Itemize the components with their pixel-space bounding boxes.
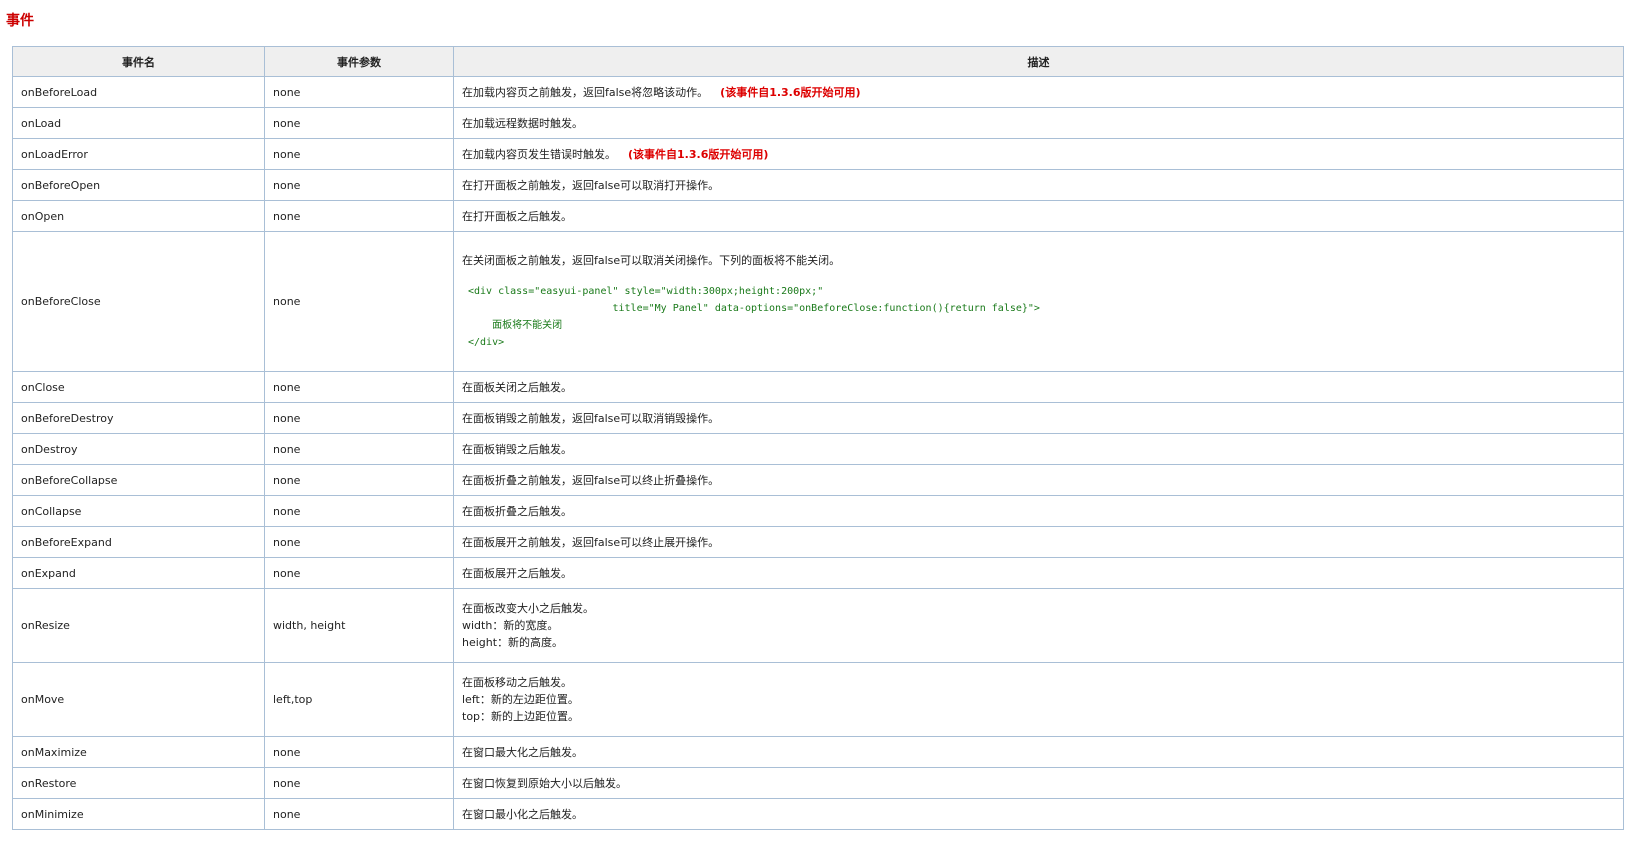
version-note: (该事件自1.3.6版开始可用) <box>720 86 861 99</box>
event-param: none <box>264 371 454 403</box>
event-description: 在窗口恢复到原始大小以后触发。 <box>453 767 1624 799</box>
event-name: onBeforeClose <box>12 231 265 372</box>
table-row: onLoadError none 在加载内容页发生错误时触发。 (该事件自1.3.… <box>12 138 1624 170</box>
description-text: 在关闭面板之前触发，返回false可以取消关闭操作。下列的面板将不能关闭。 <box>462 254 841 267</box>
table-row: onExpand none 在面板展开之后触发。 <box>12 557 1624 589</box>
event-param: none <box>264 138 454 170</box>
table-row: onBeforeLoad none 在加载内容页之前触发，返回false将忽略该… <box>12 76 1624 108</box>
event-description: 在面板改变大小之后触发。 width：新的宽度。 height：新的高度。 <box>453 588 1624 663</box>
event-param: none <box>264 169 454 201</box>
event-description: 在窗口最大化之后触发。 <box>453 736 1624 768</box>
section-title: 事件 <box>6 13 34 29</box>
event-description: 在加载内容页发生错误时触发。 (该事件自1.3.6版开始可用) <box>453 138 1624 170</box>
event-param: left,top <box>264 662 454 737</box>
event-param: none <box>264 464 454 496</box>
param-description: width：新的宽度。 <box>462 619 559 632</box>
events-table: 事件名 事件参数 描述 onBeforeLoad none 在加载内容页之前触发… <box>12 46 1624 830</box>
event-description: 在面板移动之后触发。 left：新的左边距位置。 top：新的上边距位置。 <box>453 662 1624 737</box>
event-description: 在关闭面板之前触发，返回false可以取消关闭操作。下列的面板将不能关闭。 <d… <box>453 231 1624 372</box>
event-name: onLoadError <box>12 138 265 170</box>
table-row: onOpen none 在打开面板之后触发。 <box>12 200 1624 232</box>
table-row: onLoad none 在加载远程数据时触发。 <box>12 107 1624 139</box>
event-description: 在面板折叠之前触发，返回false可以终止折叠操作。 <box>453 464 1624 496</box>
table-row: onRestore none 在窗口恢复到原始大小以后触发。 <box>12 767 1624 799</box>
event-description: 在面板展开之前触发，返回false可以终止展开操作。 <box>453 526 1624 558</box>
table-row: onMinimize none 在窗口最小化之后触发。 <box>12 798 1624 830</box>
code-line: </div> <box>468 337 505 348</box>
event-description: 在面板展开之后触发。 <box>453 557 1624 589</box>
param-description: left：新的左边距位置。 <box>462 693 579 706</box>
event-name: onRestore <box>12 767 265 799</box>
event-name: onLoad <box>12 107 265 139</box>
event-name: onMinimize <box>12 798 265 830</box>
event-description: 在打开面板之后触发。 <box>453 200 1624 232</box>
event-description: 在加载远程数据时触发。 <box>453 107 1624 139</box>
table-row: onBeforeCollapse none 在面板折叠之前触发，返回false可… <box>12 464 1624 496</box>
table-row: onMaximize none 在窗口最大化之后触发。 <box>12 736 1624 768</box>
event-name: onBeforeOpen <box>12 169 265 201</box>
table-row: onBeforeExpand none 在面板展开之前触发，返回false可以终… <box>12 526 1624 558</box>
event-description: 在面板折叠之后触发。 <box>453 495 1624 527</box>
code-line: title="My Panel" data-options="onBeforeC… <box>468 303 1040 314</box>
event-param: none <box>264 231 454 372</box>
event-name: onCollapse <box>12 495 265 527</box>
description-text: 在加载内容页发生错误时触发。 <box>462 148 616 161</box>
event-param: none <box>264 107 454 139</box>
event-param: none <box>264 736 454 768</box>
description-text: 在加载内容页之前触发，返回false将忽略该动作。 <box>462 86 709 99</box>
table-row: onClose none 在面板关闭之后触发。 <box>12 371 1624 403</box>
event-description: 在面板销毁之前触发，返回false可以取消销毁操作。 <box>453 402 1624 434</box>
event-param: none <box>264 402 454 434</box>
param-description: height：新的高度。 <box>462 636 564 649</box>
code-example: <div class="easyui-panel" style="width:3… <box>468 283 1615 351</box>
table-row: onDestroy none 在面板销毁之后触发。 <box>12 433 1624 465</box>
event-description: 在窗口最小化之后触发。 <box>453 798 1624 830</box>
event-name: onResize <box>12 588 265 663</box>
event-description: 在加载内容页之前触发，返回false将忽略该动作。 (该事件自1.3.6版开始可用… <box>453 76 1624 108</box>
description-text: 在面板改变大小之后触发。 <box>462 602 594 615</box>
code-line: <div class="easyui-panel" style="width:3… <box>468 286 824 297</box>
table-row: onBeforeOpen none 在打开面板之前触发，返回false可以取消打… <box>12 169 1624 201</box>
event-name: onClose <box>12 371 265 403</box>
event-param: none <box>264 76 454 108</box>
event-param: none <box>264 798 454 830</box>
event-name: onMaximize <box>12 736 265 768</box>
event-description: 在面板销毁之后触发。 <box>453 433 1624 465</box>
event-name: onBeforeCollapse <box>12 464 265 496</box>
description-text: 在面板移动之后触发。 <box>462 676 572 689</box>
event-name: onBeforeDestroy <box>12 402 265 434</box>
event-name: onOpen <box>12 200 265 232</box>
event-param: none <box>264 495 454 527</box>
event-description: 在打开面板之前触发，返回false可以取消打开操作。 <box>453 169 1624 201</box>
event-name: onBeforeExpand <box>12 526 265 558</box>
event-param: none <box>264 433 454 465</box>
table-row: onBeforeClose none 在关闭面板之前触发，返回false可以取消… <box>12 231 1624 372</box>
table-row: onResize width, height 在面板改变大小之后触发。 widt… <box>12 588 1624 663</box>
header-description: 描述 <box>453 46 1624 77</box>
table-row: onBeforeDestroy none 在面板销毁之前触发，返回false可以… <box>12 402 1624 434</box>
event-name: onBeforeLoad <box>12 76 265 108</box>
table-row: onMove left,top 在面板移动之后触发。 left：新的左边距位置。… <box>12 662 1624 737</box>
event-param: none <box>264 526 454 558</box>
event-name: onMove <box>12 662 265 737</box>
version-note: (该事件自1.3.6版开始可用) <box>628 148 769 161</box>
event-description: 在面板关闭之后触发。 <box>453 371 1624 403</box>
header-event-param: 事件参数 <box>264 46 454 77</box>
param-description: top：新的上边距位置。 <box>462 710 580 723</box>
table-row: onCollapse none 在面板折叠之后触发。 <box>12 495 1624 527</box>
event-param: width, height <box>264 588 454 663</box>
event-param: none <box>264 557 454 589</box>
code-line: 面板将不能关闭 <box>468 320 563 331</box>
event-name: onExpand <box>12 557 265 589</box>
event-name: onDestroy <box>12 433 265 465</box>
table-header-row: 事件名 事件参数 描述 <box>12 46 1624 77</box>
event-param: none <box>264 200 454 232</box>
event-param: none <box>264 767 454 799</box>
header-event-name: 事件名 <box>12 46 265 77</box>
